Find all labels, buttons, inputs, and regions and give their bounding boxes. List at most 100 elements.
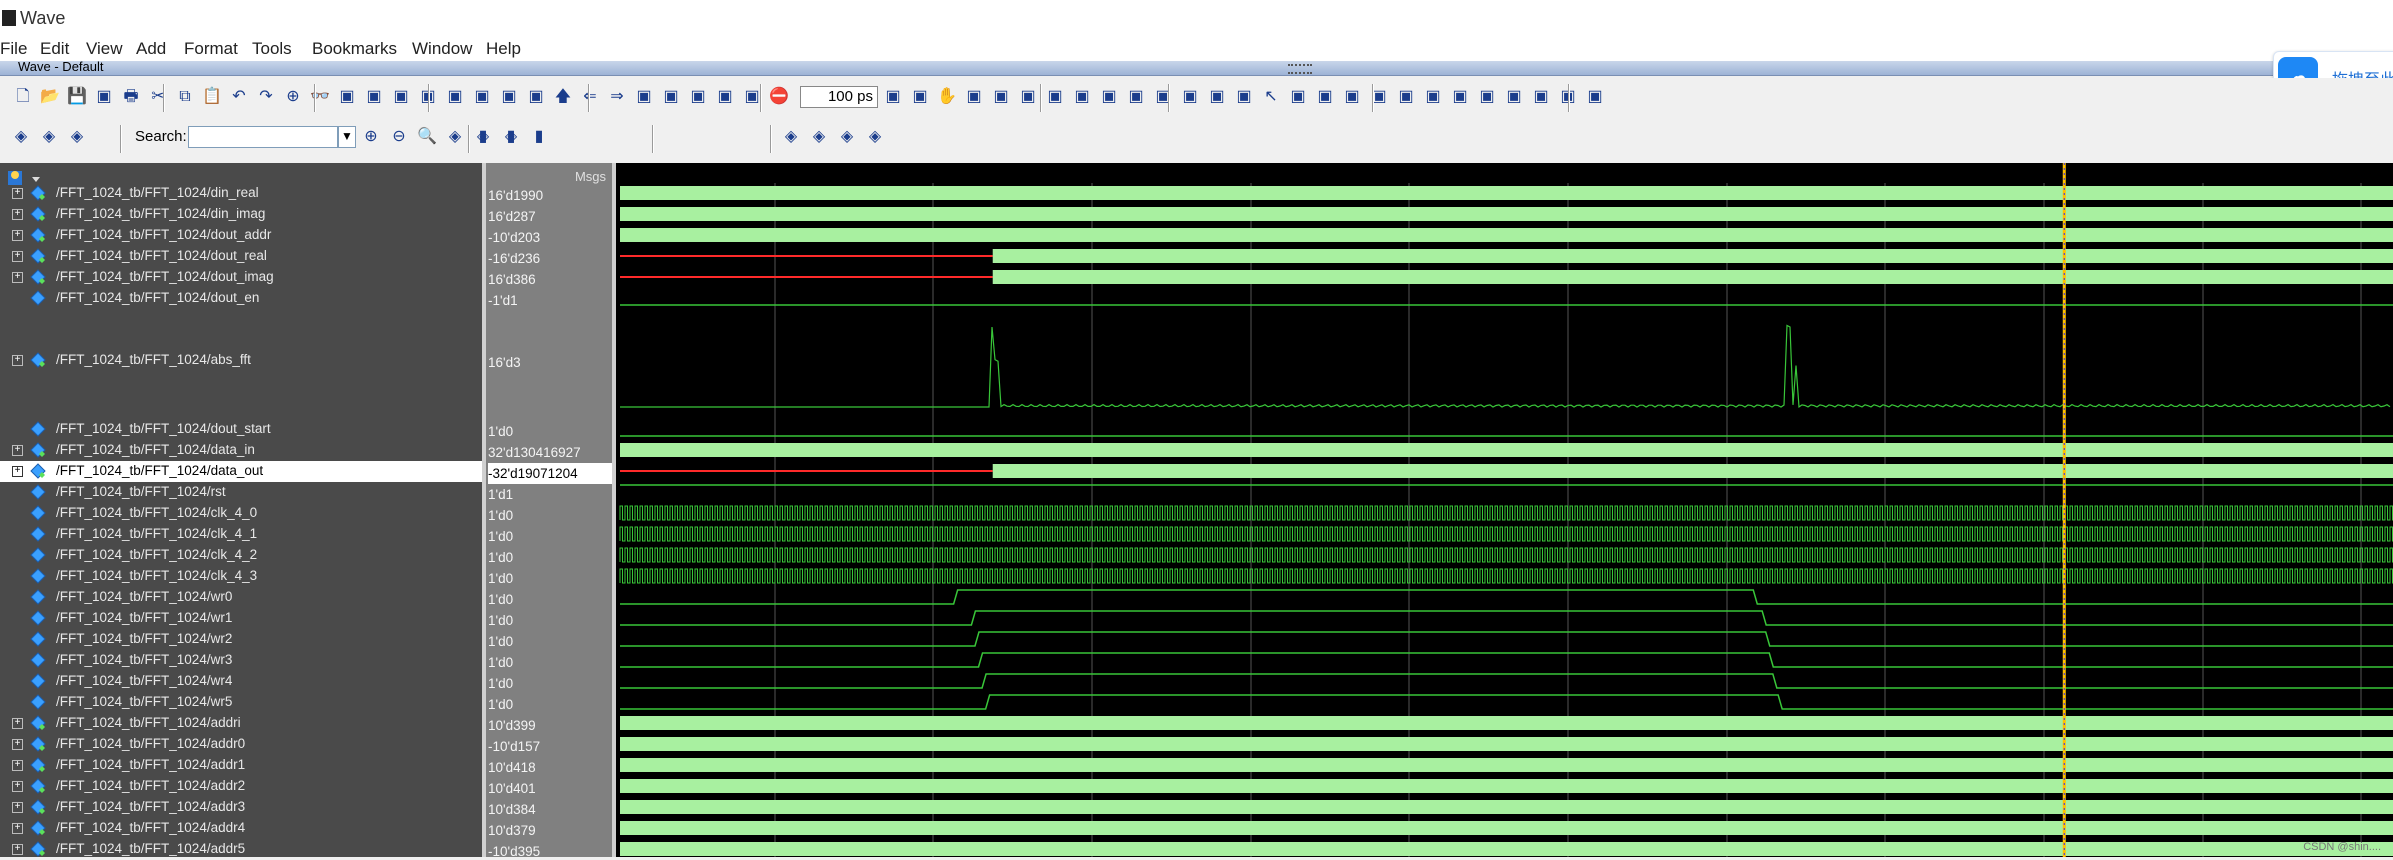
menu-tools[interactable]: Tools (252, 39, 292, 59)
expand-toggle[interactable]: + (12, 272, 23, 283)
signal-row[interactable]: /FFT_1024_tb/FFT_1024/wr5 (0, 692, 482, 713)
zoom-in-icon[interactable]: ⊕ (360, 126, 382, 148)
expand-icon[interactable]: ◈ (38, 126, 60, 148)
run-icon[interactable]: ▣ (660, 86, 682, 108)
cut-icon[interactable]: ✂ (147, 86, 169, 108)
next-transition-icon[interactable]: ▣ (1503, 86, 1525, 108)
signal-row[interactable]: + /FFT_1024_tb/FFT_1024/addr0 (0, 734, 482, 755)
expand-toggle[interactable]: + (12, 355, 23, 366)
zoom-out-icon[interactable]: ⊖ (388, 126, 410, 148)
wave-style-3-icon[interactable]: ▮ (528, 126, 550, 148)
signal-row[interactable]: /FFT_1024_tb/FFT_1024/rst (0, 482, 482, 503)
signal-row[interactable]: + /FFT_1024_tb/FFT_1024/din_real (0, 183, 482, 204)
stop-icon[interactable]: ⛔ (768, 86, 790, 108)
up-arrow-icon[interactable]: 🡅 (552, 86, 574, 108)
redo-icon[interactable]: ↷ (255, 86, 277, 108)
find-icon[interactable]: ⊕ (282, 86, 304, 108)
cursor-add-icon[interactable]: ▣ (1395, 86, 1417, 108)
menu-help[interactable]: Help (486, 39, 521, 59)
pane-header[interactable]: Wave - Default (0, 59, 2393, 76)
prev-transition-icon[interactable]: ▣ (1476, 86, 1498, 108)
binoculars-icon[interactable]: 👓 (309, 86, 331, 108)
expand-toggle[interactable]: + (12, 188, 23, 199)
signal-row[interactable]: /FFT_1024_tb/FFT_1024/wr4 (0, 671, 482, 692)
signal-row[interactable]: + /FFT_1024_tb/FFT_1024/dout_imag (0, 267, 482, 288)
expand-toggle[interactable]: + (12, 466, 23, 477)
bookmark-add-icon[interactable]: ▣ (1152, 86, 1174, 108)
search-dropdown-button[interactable]: ▼ (338, 126, 356, 148)
undo-icon[interactable]: ↶ (228, 86, 250, 108)
zoom-cursor-icon[interactable]: ◈ (444, 126, 466, 148)
menu-edit[interactable]: Edit (40, 39, 69, 59)
zoom-mode-icon[interactable]: ▣ (1287, 86, 1309, 108)
menu-view[interactable]: View (86, 39, 123, 59)
reload-icon[interactable]: ▣ (93, 86, 115, 108)
falling-edge-icon[interactable]: ▣ (1584, 86, 1606, 108)
outline-icon[interactable]: ▣ (336, 86, 358, 108)
signal-row[interactable]: /FFT_1024_tb/FFT_1024/dout_en (0, 288, 482, 309)
expand-toggle[interactable]: + (12, 251, 23, 262)
zoom-full-icon[interactable]: 🔍 (416, 126, 438, 148)
menu-format[interactable]: Format (184, 39, 238, 59)
signal-row[interactable]: /FFT_1024_tb/FFT_1024/clk_4_2 (0, 545, 482, 566)
next-edge-icon[interactable]: ▣ (1449, 86, 1471, 108)
pan-icon[interactable]: ▣ (1314, 86, 1336, 108)
signal-row[interactable]: + /FFT_1024_tb/FFT_1024/addr2 (0, 776, 482, 797)
expand-toggle[interactable]: + (12, 445, 23, 456)
expand-toggle[interactable]: + (12, 209, 23, 220)
sim-all-icon[interactable]: ▣ (909, 86, 931, 108)
wave-style-1-icon[interactable]: ▮ (472, 126, 494, 148)
collapse-icon[interactable]: ◈ (66, 126, 88, 148)
expand-toggle[interactable]: + (12, 230, 23, 241)
cascade-icon[interactable]: ▣ (498, 86, 520, 108)
signal-row[interactable]: /FFT_1024_tb/FFT_1024/wr2 (0, 629, 482, 650)
back-arrow-icon[interactable]: ⇐ (579, 86, 601, 108)
expand-toggle[interactable]: + (12, 844, 23, 855)
expand-toggle[interactable]: + (12, 760, 23, 771)
signal-row[interactable]: /FFT_1024_tb/FFT_1024/wr1 (0, 608, 482, 629)
expand-toggle[interactable]: + (12, 781, 23, 792)
signal-row[interactable]: /FFT_1024_tb/FFT_1024/clk_4_3 (0, 566, 482, 587)
step-icon[interactable]: ▣ (963, 86, 985, 108)
open-icon[interactable]: 📂 (39, 86, 61, 108)
signal-row[interactable]: /FFT_1024_tb/FFT_1024/wr3 (0, 650, 482, 671)
signal-row[interactable]: /FFT_1024_tb/FFT_1024/dout_start (0, 419, 482, 440)
run-all-icon[interactable]: ▣ (714, 86, 736, 108)
pointer-icon[interactable]: ↖ (1260, 86, 1282, 108)
menu-window[interactable]: Window (412, 39, 472, 59)
waveform-pane[interactable] (616, 163, 2393, 857)
time-step-field[interactable]: 100 ps (800, 86, 878, 108)
menu-add[interactable]: Add (136, 39, 166, 59)
expand-toggle[interactable]: + (12, 739, 23, 750)
mode-2-icon[interactable]: ◈ (808, 126, 830, 148)
copy-icon[interactable]: ⧉ (174, 86, 196, 108)
forward-arrow-icon[interactable]: ⇒ (606, 86, 628, 108)
bookmark-edit-icon[interactable]: ▣ (1179, 86, 1201, 108)
pane-grip[interactable] (1288, 64, 1312, 74)
break-icon[interactable]: ▣ (444, 86, 466, 108)
signal-row[interactable]: + /FFT_1024_tb/FFT_1024/din_imag (0, 204, 482, 225)
bookmark-go-icon[interactable]: ▣ (1233, 86, 1255, 108)
layer-icon[interactable]: ▣ (363, 86, 385, 108)
delete-icon[interactable]: ▣ (471, 86, 493, 108)
signal-row[interactable]: + /FFT_1024_tb/FFT_1024/data_in (0, 440, 482, 461)
step-into-icon[interactable]: ▣ (1044, 86, 1066, 108)
mode-1-icon[interactable]: ◈ (780, 126, 802, 148)
layout-icon[interactable]: ▣ (525, 86, 547, 108)
signal-row[interactable]: /FFT_1024_tb/FFT_1024/clk_4_1 (0, 524, 482, 545)
signal-row[interactable]: /FFT_1024_tb/FFT_1024/clk_4_0 (0, 503, 482, 524)
step-over-icon[interactable]: ▣ (990, 86, 1012, 108)
bookmark-del-icon[interactable]: ▣ (1206, 86, 1228, 108)
expand-toggle[interactable]: + (12, 718, 23, 729)
signal-row[interactable]: + /FFT_1024_tb/FFT_1024/addr5 (0, 839, 482, 857)
new-icon[interactable]: 🗋 (12, 86, 34, 108)
wave-style-2-icon[interactable]: ▮ (500, 126, 522, 148)
bookmark-icon[interactable]: ▣ (1125, 86, 1147, 108)
signal-row[interactable]: + /FFT_1024_tb/FFT_1024/abs_fft (0, 309, 482, 419)
step-out-icon[interactable]: ▣ (1017, 86, 1039, 108)
menu-file[interactable]: File (0, 39, 27, 59)
continue-icon[interactable]: ▣ (687, 86, 709, 108)
signal-row[interactable]: + /FFT_1024_tb/FFT_1024/addr1 (0, 755, 482, 776)
search-input[interactable] (188, 126, 338, 148)
signal-row[interactable]: + /FFT_1024_tb/FFT_1024/addr3 (0, 797, 482, 818)
